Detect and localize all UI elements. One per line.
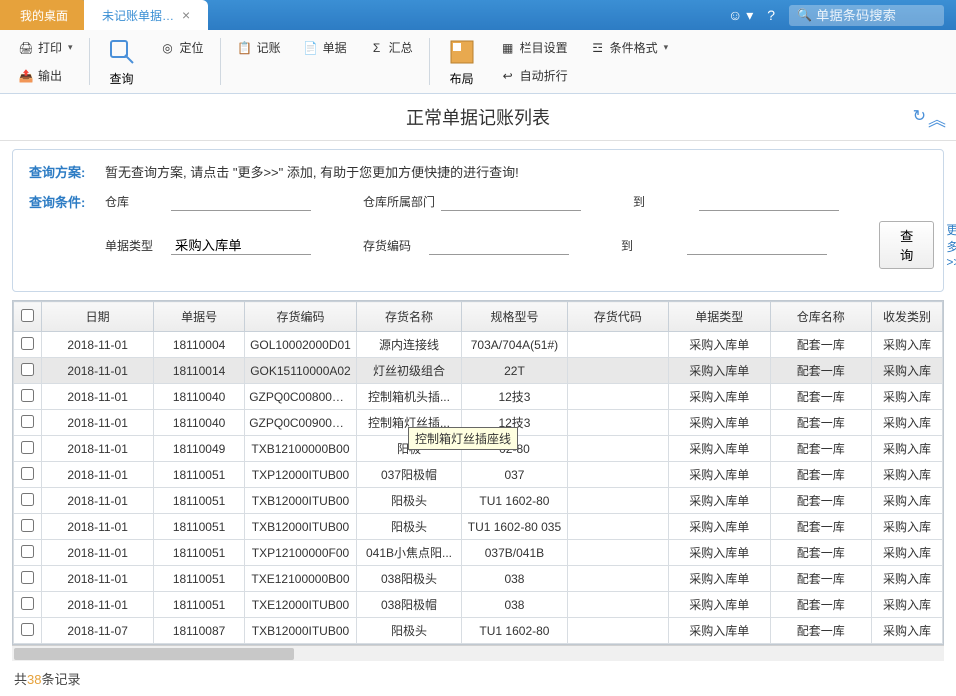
- help-icon[interactable]: ?: [767, 7, 775, 23]
- filter-panel: 查询方案: 暂无查询方案, 请点击 "更多>>" 添加, 有助于您更加方便快捷的…: [12, 149, 944, 292]
- to-input-2[interactable]: [687, 235, 827, 255]
- column-header[interactable]: 收发类别: [871, 302, 942, 332]
- search-input[interactable]: [816, 8, 936, 23]
- target-icon: ◎: [160, 40, 176, 56]
- wrap-icon: ↩: [500, 68, 516, 84]
- close-icon[interactable]: ×: [182, 7, 190, 23]
- query-submit-button[interactable]: 查询: [879, 221, 934, 269]
- search-icon: 🔍: [797, 8, 812, 22]
- column-header[interactable]: 存货编码: [245, 302, 357, 332]
- row-checkbox[interactable]: [21, 493, 34, 506]
- column-header[interactable]: 日期: [42, 302, 154, 332]
- warehouse-input[interactable]: [171, 191, 311, 211]
- document-button[interactable]: 📄 单据: [297, 36, 353, 59]
- horizontal-scrollbar[interactable]: [12, 645, 944, 661]
- table-row[interactable]: 2018-11-0118110051TXE12000ITUB00038阳极帽03…: [14, 592, 943, 618]
- top-bar: 我的桌面 未记账单据… × ☺ ▾ ? 🔍: [0, 0, 956, 30]
- account-button[interactable]: 📋 记账: [231, 36, 287, 59]
- table-row[interactable]: 2018-11-0118110014GOK15110000A02灯丝初级组合22…: [14, 358, 943, 384]
- table-row[interactable]: 2018-11-0118110040GZPQ0C00900A00控制箱灯丝插..…: [14, 410, 943, 436]
- barcode-search[interactable]: 🔍: [789, 5, 944, 26]
- refresh-icon[interactable]: ↻: [913, 106, 926, 126]
- tab-desktop[interactable]: 我的桌面: [0, 0, 88, 30]
- export-icon: 📤: [18, 68, 34, 84]
- scheme-text: 暂无查询方案, 请点击 "更多>>" 添加, 有助于您更加方便快捷的进行查询!: [105, 162, 519, 181]
- table-row[interactable]: 2018-11-0118110051TXB12000ITUB00阳极头TU1 1…: [14, 488, 943, 514]
- row-checkbox[interactable]: [21, 597, 34, 610]
- column-header[interactable]: 规格型号: [462, 302, 567, 332]
- tab-unrecorded[interactable]: 未记账单据… ×: [84, 0, 208, 30]
- row-checkbox[interactable]: [21, 571, 34, 584]
- table-row[interactable]: 2018-11-0118110051TXB12000ITUB00阳极头TU1 1…: [14, 514, 943, 540]
- autowrap-button[interactable]: ↩ 自动折行: [494, 64, 574, 87]
- ledger-icon: 📋: [237, 40, 253, 56]
- row-checkbox[interactable]: [21, 519, 34, 532]
- doctype-input[interactable]: [171, 235, 311, 255]
- column-header[interactable]: 仓库名称: [770, 302, 871, 332]
- magnifier-icon: [106, 36, 138, 68]
- user-icon[interactable]: ☺ ▾: [728, 7, 753, 24]
- row-checkbox[interactable]: [21, 623, 34, 636]
- query-button[interactable]: 查询: [96, 34, 148, 89]
- to-input-1[interactable]: [699, 191, 839, 211]
- table-row[interactable]: 2018-11-0118110004GOL10002000D01源内连接线703…: [14, 332, 943, 358]
- output-button[interactable]: 📤 输出: [12, 64, 79, 87]
- table-row[interactable]: 2018-11-0118110051TXE12100000B00038阳极头03…: [14, 566, 943, 592]
- summary-button[interactable]: Σ 汇总: [363, 36, 419, 59]
- more-link[interactable]: 更多>>: [946, 221, 956, 269]
- row-checkbox[interactable]: [21, 441, 34, 454]
- table-row[interactable]: 2018-11-0718110087TXB12000ITUB00阳极头TU1 1…: [14, 618, 943, 644]
- row-checkbox[interactable]: [21, 415, 34, 428]
- format-icon: ☲: [590, 40, 606, 56]
- toolbar: 🖨 打印▾ 📤 输出 查询 ◎ 定位 📋 记账 📄 单据 Σ 汇总: [0, 30, 956, 94]
- column-header[interactable]: 单据号: [153, 302, 244, 332]
- columns-icon: ▦: [500, 40, 516, 56]
- table-row[interactable]: 2018-11-0118110040GZPQ0C00800A00控制箱机头插..…: [14, 384, 943, 410]
- invcode-input[interactable]: [429, 235, 569, 255]
- layout-button[interactable]: 布局: [436, 34, 488, 89]
- table-row[interactable]: 2018-11-0118110049TXB12100000B00阳极02-80采…: [14, 436, 943, 462]
- scheme-label: 查询方案:: [29, 162, 93, 181]
- cond-label: 查询条件:: [29, 192, 93, 211]
- collapse-icon[interactable]: ︽: [928, 106, 946, 132]
- column-settings-button[interactable]: ▦ 栏目设置: [494, 36, 574, 59]
- page-title: 正常单据记账列表 ↻ ︽: [0, 94, 956, 141]
- doc-icon: 📄: [303, 40, 319, 56]
- table-row[interactable]: 2018-11-0118110051TXP12000ITUB00037阳极帽03…: [14, 462, 943, 488]
- record-count: 共38条记录: [0, 661, 956, 696]
- dept-input[interactable]: [441, 191, 581, 211]
- data-table: 日期单据号存货编码存货名称规格型号存货代码单据类型仓库名称收发类别 2018-1…: [12, 300, 944, 645]
- select-all-checkbox[interactable]: [21, 309, 34, 322]
- row-checkbox[interactable]: [21, 389, 34, 402]
- cond-format-button[interactable]: ☲ 条件格式▾: [584, 36, 675, 59]
- layout-icon: [446, 36, 478, 68]
- row-checkbox[interactable]: [21, 337, 34, 350]
- column-header[interactable]: 单据类型: [669, 302, 770, 332]
- sum-icon: Σ: [369, 40, 385, 56]
- table-row[interactable]: 2018-11-0118110051TXP12100000F00041B小焦点阳…: [14, 540, 943, 566]
- row-checkbox[interactable]: [21, 363, 34, 376]
- column-header[interactable]: 存货代码: [567, 302, 668, 332]
- row-checkbox[interactable]: [21, 467, 34, 480]
- locate-button[interactable]: ◎ 定位: [154, 36, 210, 59]
- column-header[interactable]: 存货名称: [356, 302, 461, 332]
- row-checkbox[interactable]: [21, 545, 34, 558]
- printer-icon: 🖨: [18, 40, 34, 56]
- print-button[interactable]: 🖨 打印▾: [12, 36, 79, 59]
